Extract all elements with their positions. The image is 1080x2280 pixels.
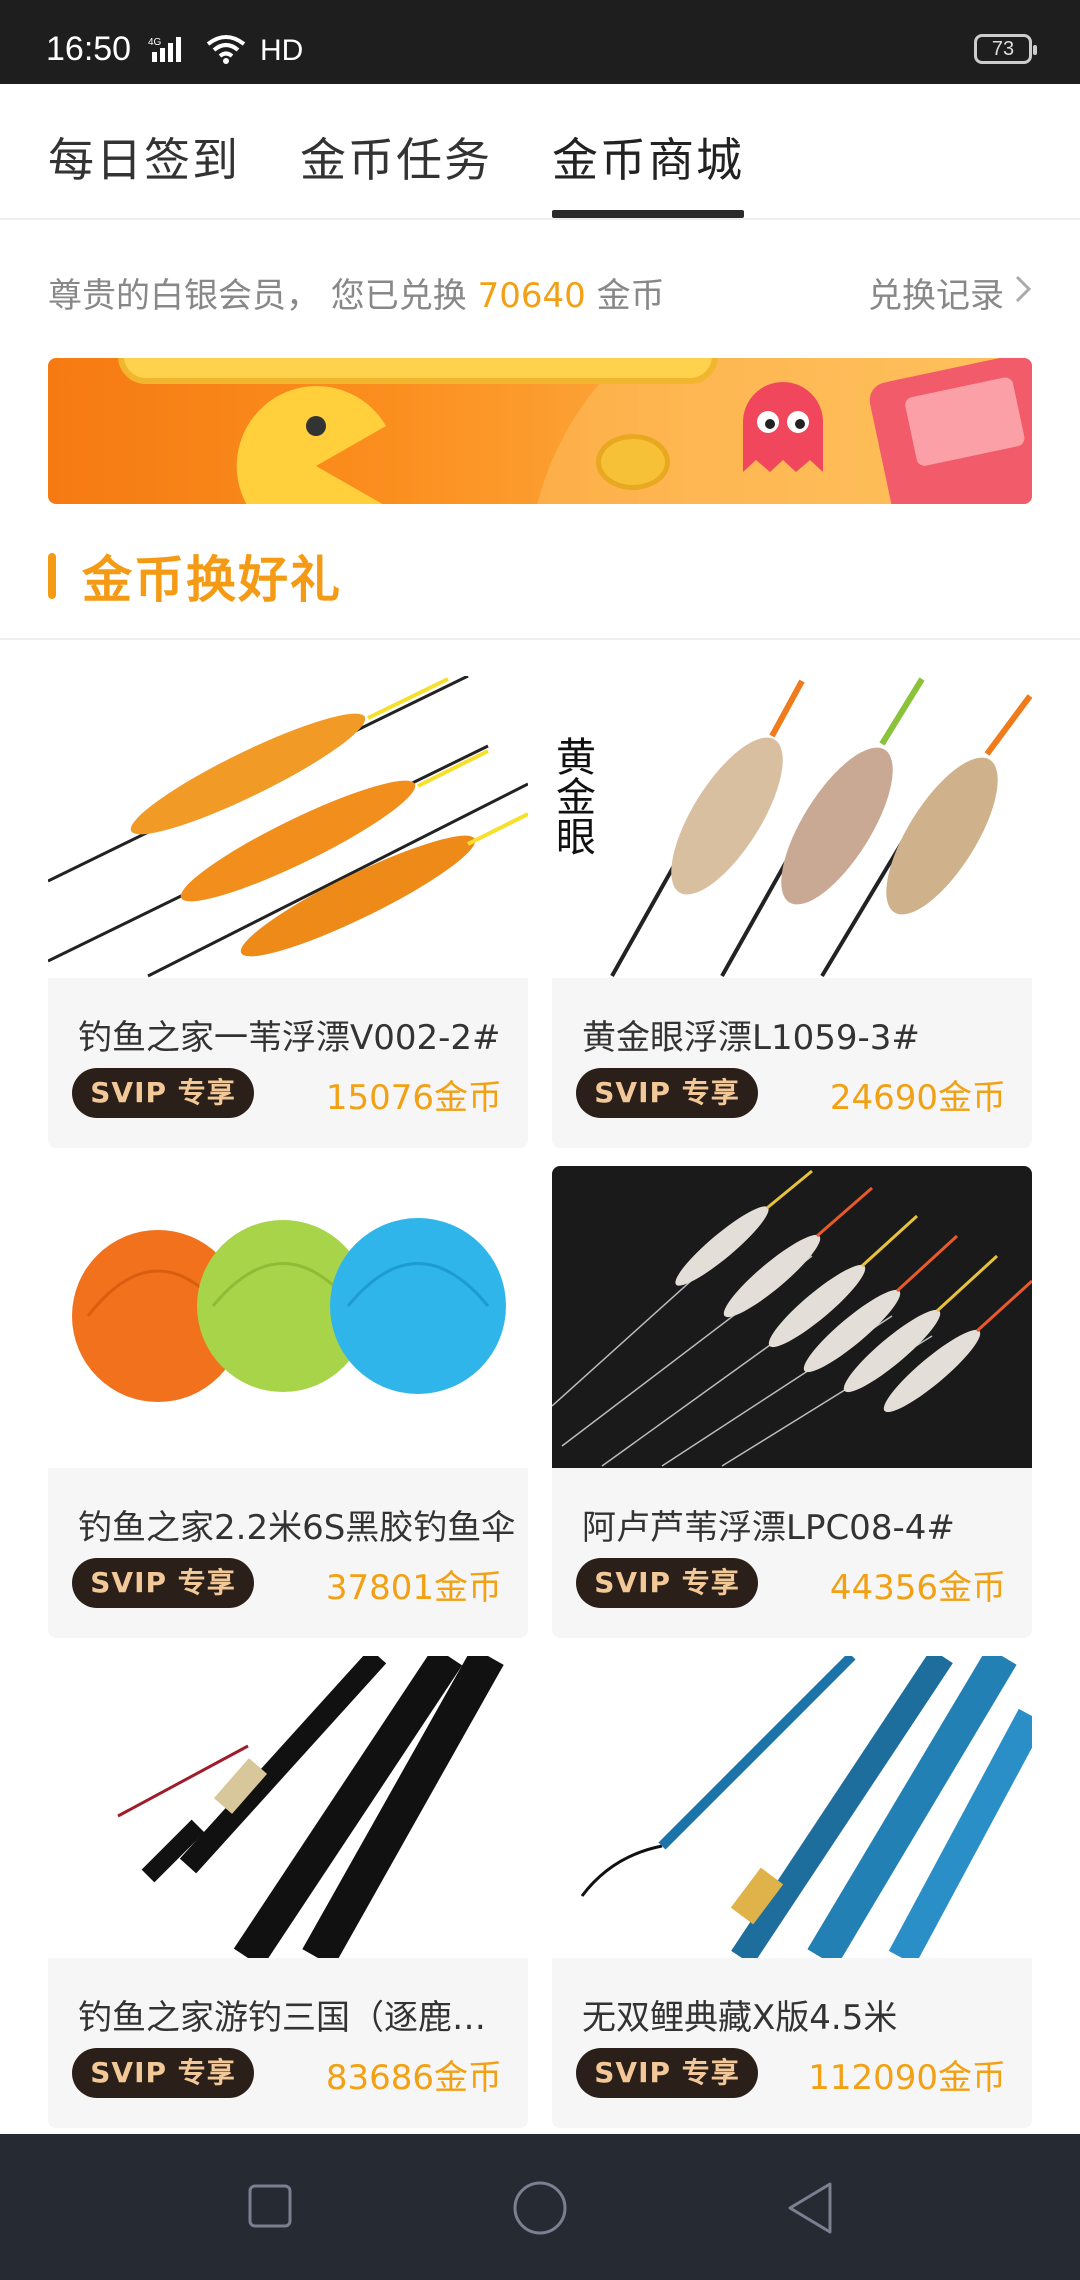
battery-icon: 73 — [974, 34, 1037, 64]
product-image-umbrellas — [48, 1166, 528, 1468]
system-nav-bar — [0, 2134, 1080, 2280]
battery-level: 73 — [991, 38, 1015, 60]
pacman-icon — [236, 386, 386, 504]
product-price: 24690金币 — [829, 1078, 1006, 1118]
tab-coin-tasks[interactable]: 金币任务 — [300, 124, 492, 190]
wifi-icon — [206, 34, 246, 68]
product-image-black-rod — [48, 1656, 528, 1958]
svg-text:4G: 4G — [148, 37, 162, 48]
tab-coin-mall[interactable]: 金币商城 — [552, 124, 744, 190]
product-price: 15076金币 — [325, 1078, 502, 1118]
exchange-record-label: 兑换记录 — [868, 276, 1004, 316]
tab-bar: 每日签到 金币任务 金币商城 — [0, 84, 1080, 220]
product-name: 无双鲤典藏X版4.5米 — [582, 1998, 898, 2038]
product-price: 112090金币 — [808, 2058, 1006, 2098]
product-card[interactable]: 钓鱼之家一苇浮漂V002-2# SVIP 专享 15076金币 — [48, 676, 528, 1148]
svip-badge: SVIP 专享 — [72, 2048, 254, 2098]
home-icon[interactable] — [512, 2180, 568, 2240]
tab-daily-checkin[interactable]: 每日签到 — [48, 124, 240, 190]
section-title: 金币换好礼 — [82, 551, 342, 609]
hd-label: HD — [260, 34, 304, 67]
promo-banner[interactable] — [48, 358, 1032, 504]
svip-badge: SVIP 专享 — [576, 1068, 758, 1118]
product-price: 37801金币 — [325, 1568, 502, 1608]
product-name: 钓鱼之家一苇浮漂V002-2# — [78, 1018, 501, 1058]
product-name: 钓鱼之家游钓三国（逐鹿中原） — [78, 1998, 518, 2038]
exchanged-amount: 70640 — [477, 276, 586, 316]
game-console-icon — [866, 358, 1032, 504]
product-card[interactable]: 黄金眼 黄金眼浮漂L1059-3# SVIP 专享 24690金币 — [552, 676, 1032, 1148]
section-marker — [48, 553, 56, 599]
exchange-record-link[interactable]: 兑换记录 — [868, 268, 1032, 317]
product-price: 44356金币 — [829, 1568, 1006, 1608]
status-bar: 16:50 4G HD 73 — [0, 0, 1080, 84]
member-summary: 尊贵的白银会员， 您已兑换 70640 金币 — [48, 268, 665, 317]
ghost-icon — [743, 382, 823, 472]
section-header: 金币换好礼 — [48, 540, 342, 612]
product-card[interactable]: 无双鲤典藏X版4.5米 SVIP 专享 112090金币 — [552, 1656, 1032, 2128]
status-time: 16:50 — [46, 30, 132, 68]
product-image-blue-rod — [552, 1656, 1032, 1958]
chevron-right-icon — [1014, 273, 1032, 313]
product-image-orange-floats — [48, 676, 528, 978]
member-prefix: 尊贵的白银会员， 您已兑换 — [48, 276, 478, 316]
svip-badge: SVIP 专享 — [72, 1558, 254, 1608]
banner-decoration — [118, 358, 718, 384]
product-card[interactable]: 钓鱼之家游钓三国（逐鹿中原） SVIP 专享 83686金币 — [48, 1656, 528, 2128]
svip-badge: SVIP 专享 — [576, 2048, 758, 2098]
product-price: 83686金币 — [325, 2058, 502, 2098]
svip-badge: SVIP 专享 — [576, 1558, 758, 1608]
product-name: 阿卢芦苇浮漂LPC08-4# — [582, 1508, 955, 1548]
product-image-reed-floats — [552, 1166, 1032, 1468]
brand-mark: 黄金眼 — [552, 736, 595, 856]
recents-icon[interactable] — [248, 2180, 292, 2234]
product-name: 钓鱼之家2.2米6S黑胶钓鱼伞 — [78, 1508, 516, 1548]
member-suffix: 金币 — [585, 276, 665, 316]
product-name: 黄金眼浮漂L1059-3# — [582, 1018, 920, 1058]
divider — [0, 638, 1080, 640]
signal-icon: 4G — [148, 34, 192, 68]
back-icon[interactable] — [786, 2180, 834, 2240]
product-card[interactable]: 钓鱼之家2.2米6S黑胶钓鱼伞 SVIP 专享 37801金币 — [48, 1166, 528, 1638]
svip-badge: SVIP 专享 — [72, 1068, 254, 1118]
product-image-golden-eye-floats: 黄金眼 — [552, 676, 1032, 978]
coin-icon — [596, 434, 670, 490]
product-card[interactable]: 阿卢芦苇浮漂LPC08-4# SVIP 专享 44356金币 — [552, 1166, 1032, 1638]
active-tab-indicator — [552, 210, 744, 218]
status-icons: 4G HD — [148, 34, 303, 68]
